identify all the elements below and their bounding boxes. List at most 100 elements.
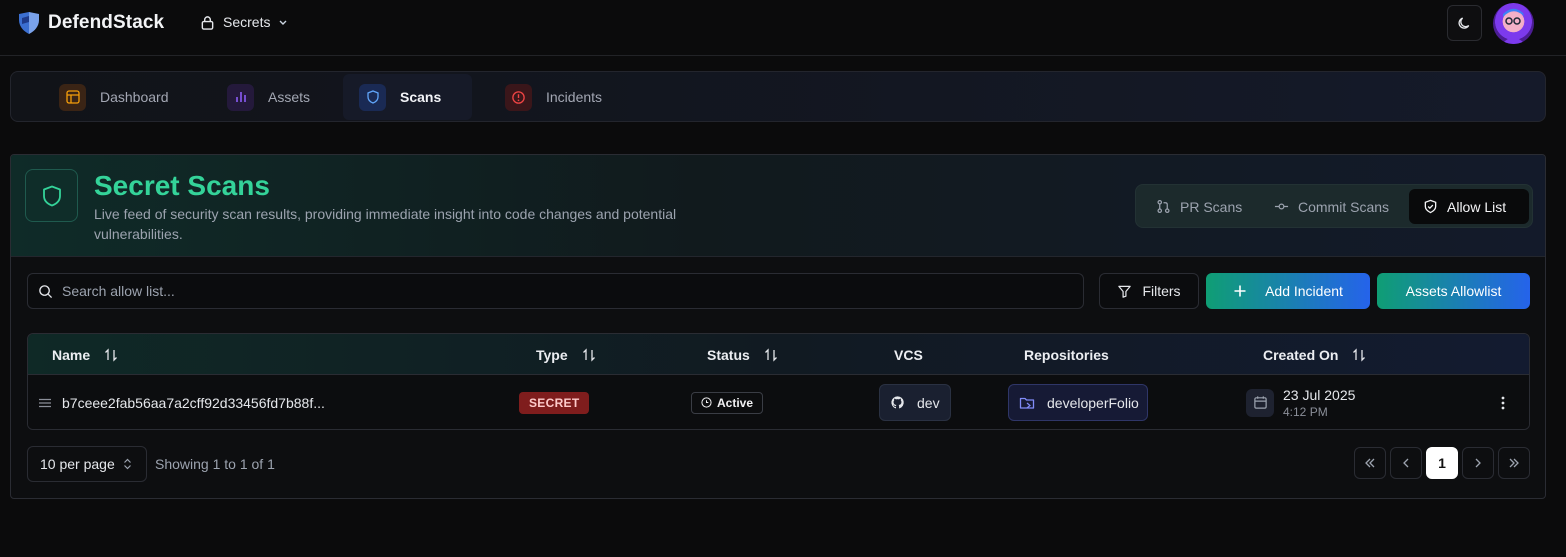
drag-handle-icon[interactable]: [38, 396, 52, 410]
page-header: Secret Scans Live feed of security scan …: [11, 155, 1545, 257]
filter-icon: [1118, 285, 1132, 298]
next-page-button[interactable]: [1462, 447, 1494, 479]
created-on-value: 23 Jul 2025 4:12 PM: [1283, 387, 1355, 419]
column-name[interactable]: Name: [52, 334, 118, 375]
tab-assets[interactable]: Assets: [211, 74, 326, 120]
name-cell: b7ceee2fab56aa7a2cff92d33456fd7b88f...: [38, 375, 325, 429]
shield-icon: [359, 83, 386, 111]
allow-list-label: Allow List: [1447, 198, 1507, 215]
search-icon: [39, 284, 53, 298]
page-title: Secret Scans: [94, 170, 270, 201]
allow-list-table: Name Type Status VCS Repositories Create…: [27, 333, 1530, 430]
column-type-label: Type: [536, 346, 568, 363]
column-repositories-label: Repositories: [1024, 346, 1109, 363]
status-badge: Active: [691, 391, 764, 414]
shield-check-icon: [1424, 199, 1437, 214]
moon-icon: [1458, 16, 1470, 29]
chevron-up-down-icon: [123, 458, 131, 470]
commit-scans-tab[interactable]: Commit Scans: [1260, 189, 1403, 224]
layout-icon: [59, 83, 86, 111]
type-badge: SECRET: [519, 391, 590, 414]
repository-label: developerFolio: [1047, 394, 1139, 411]
chevrons-right-icon: [1509, 458, 1519, 468]
row-actions-button[interactable]: [1493, 375, 1513, 429]
page-number-button[interactable]: 1: [1426, 447, 1458, 479]
sort-icon: [105, 347, 118, 362]
page-description: Live feed of security scan results, prov…: [94, 206, 677, 242]
search-input[interactable]: [62, 283, 1062, 299]
tab-incidents-label: Incidents: [546, 89, 603, 105]
git-commit-icon: [1274, 203, 1289, 210]
github-icon: [891, 396, 904, 409]
status-cell: Active: [691, 375, 764, 429]
vcs-chip[interactable]: dev: [879, 384, 951, 421]
git-pull-request-icon: [1157, 199, 1170, 214]
workspace-label: Secrets: [223, 14, 271, 30]
sort-icon: [582, 347, 595, 362]
chevron-left-icon: [1403, 458, 1409, 468]
user-avatar[interactable]: [1493, 3, 1534, 44]
plus-icon: [1234, 285, 1246, 297]
per-page-select[interactable]: 10 per page: [27, 446, 147, 482]
column-created-on[interactable]: Created On: [1263, 334, 1366, 375]
tab-dashboard[interactable]: Dashboard: [43, 74, 185, 120]
last-page-button[interactable]: [1498, 447, 1530, 479]
main-nav: Dashboard Assets Scans Incidents: [10, 71, 1546, 122]
tab-dashboard-label: Dashboard: [100, 89, 169, 105]
tab-assets-label: Assets: [268, 89, 311, 105]
folder-repo-icon: [1019, 397, 1035, 409]
brand-logo[interactable]: DefendStack: [16, 10, 164, 36]
pr-scans-label: PR Scans: [1180, 198, 1243, 215]
avatar-illustration-icon: [1502, 8, 1525, 44]
add-incident-button[interactable]: Add Incident: [1206, 273, 1370, 309]
vcs-label: dev: [917, 394, 940, 411]
column-type[interactable]: Type: [536, 334, 596, 375]
repository-chip[interactable]: developerFolio: [1008, 384, 1148, 421]
clock-icon: [701, 397, 712, 408]
column-name-label: Name: [52, 346, 91, 363]
table-row[interactable]: b7ceee2fab56aa7a2cff92d33456fd7b88f... S…: [28, 375, 1529, 429]
per-page-label: 10 per page: [40, 456, 115, 472]
scan-type-switcher: PR Scans Commit Scans Allow List: [1135, 184, 1533, 228]
previous-page-button[interactable]: [1390, 447, 1422, 479]
column-status[interactable]: Status: [707, 334, 778, 375]
tab-incidents[interactable]: Incidents: [489, 74, 618, 120]
allow-list-tab[interactable]: Allow List: [1409, 189, 1529, 224]
top-bar: DefendStack Secrets: [0, 0, 1566, 56]
chevron-right-icon: [1475, 458, 1481, 468]
commit-scans-label: Commit Scans: [1298, 198, 1390, 215]
first-page-button[interactable]: [1354, 447, 1386, 479]
vcs-cell: dev: [879, 375, 951, 429]
sort-icon: [1353, 347, 1366, 362]
column-vcs-label: VCS: [894, 346, 923, 363]
workspace-switcher[interactable]: Secrets: [200, 14, 288, 30]
add-incident-label: Add Incident: [1265, 283, 1343, 299]
secret-name: b7ceee2fab56aa7a2cff92d33456fd7b88f...: [62, 394, 325, 411]
created-date: 23 Jul 2025: [1283, 386, 1356, 403]
tab-scans-label: Scans: [400, 89, 442, 105]
filters-label: Filters: [1142, 283, 1181, 299]
defendstack-logo-icon: [19, 12, 39, 34]
secret-scans-panel: Secret Scans Live feed of security scan …: [10, 154, 1546, 499]
sort-icon: [764, 347, 777, 362]
pagination-summary: Showing 1 to 1 of 1: [155, 456, 275, 472]
column-vcs: VCS: [894, 334, 923, 375]
theme-toggle-button[interactable]: [1447, 5, 1482, 41]
repository-cell: developerFolio: [1008, 375, 1148, 429]
tab-scans[interactable]: Scans: [343, 74, 472, 120]
created-on-cell: 23 Jul 2025 4:12 PM: [1246, 375, 1355, 429]
column-repositories: Repositories: [1024, 334, 1109, 375]
chevron-down-icon: [279, 20, 287, 25]
column-created-on-label: Created On: [1263, 346, 1339, 363]
calendar-icon: [1246, 388, 1274, 417]
type-cell: SECRET: [519, 375, 590, 429]
assets-allowlist-button[interactable]: Assets Allowlist: [1377, 273, 1530, 309]
shield-icon: [25, 169, 78, 222]
lock-icon: [201, 15, 214, 30]
created-time: 4:12 PM: [1283, 404, 1328, 419]
pr-scans-tab[interactable]: PR Scans: [1142, 189, 1256, 224]
table-header: Name Type Status VCS Repositories Create…: [28, 334, 1529, 375]
more-vertical-icon: [1501, 396, 1505, 409]
column-status-label: Status: [707, 346, 750, 363]
filters-button[interactable]: Filters: [1099, 273, 1199, 309]
